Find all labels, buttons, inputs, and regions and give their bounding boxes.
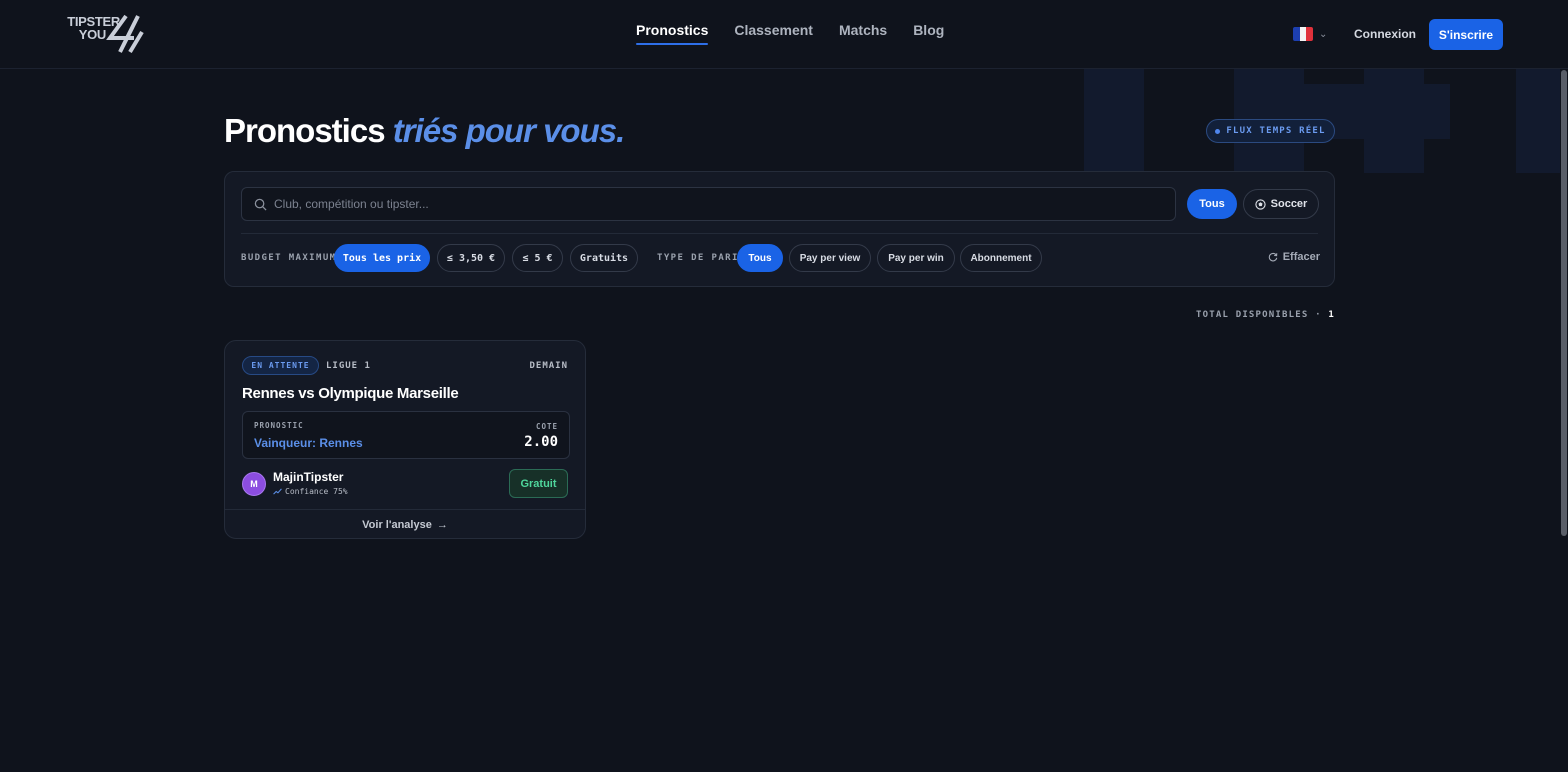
sport-soccer-label: Soccer <box>1270 198 1308 210</box>
budget-all-chip[interactable]: Tous les prix <box>334 244 430 272</box>
panel-divider <box>241 233 1318 234</box>
top-header: TIPSTER YOU Pronostics Classement Matchs… <box>0 0 1568 69</box>
live-feed-badge: FLUX TEMPS RÉEL <box>1206 119 1335 143</box>
search-box[interactable] <box>241 187 1176 221</box>
prediction-value: Vainqueur: Rennes <box>254 436 363 450</box>
total-available: TOTAL DISPONIBLES · 1 <box>1196 310 1335 320</box>
clear-filters-button[interactable]: Effacer <box>1268 251 1320 263</box>
france-flag-icon <box>1293 27 1313 41</box>
signup-button[interactable]: S'inscrire <box>1429 19 1503 50</box>
bet-type-all-chip[interactable]: Tous <box>737 244 783 272</box>
nav-matchs[interactable]: Matchs <box>839 22 887 45</box>
view-analysis-link[interactable]: Voir l'analyse → <box>225 509 585 538</box>
logo[interactable]: TIPSTER YOU <box>64 14 148 56</box>
nav-pronostics[interactable]: Pronostics <box>636 22 709 45</box>
bet-type-ppv-chip[interactable]: Pay per view <box>789 244 871 272</box>
search-icon <box>254 198 267 211</box>
bet-type-ppw-chip[interactable]: Pay per win <box>877 244 955 272</box>
refresh-icon <box>1268 252 1277 262</box>
total-count: 1 <box>1328 310 1335 320</box>
live-dot-icon <box>1215 128 1221 134</box>
confidence-label: Confiance 75% <box>285 487 348 496</box>
logo-mark-icon <box>106 14 144 54</box>
bet-type-label: TYPE DE PARI <box>657 253 739 263</box>
chevron-down-icon: ⌄ <box>1319 28 1328 40</box>
language-selector[interactable]: ⌄ <box>1293 27 1327 41</box>
status-badge: EN ATTENTE <box>242 356 319 375</box>
filter-panel: Tous Soccer BUDGET MAXIMUM Tous les prix… <box>224 171 1335 287</box>
sport-all-button[interactable]: Tous <box>1187 189 1237 219</box>
bet-type-subscription-chip[interactable]: Abonnement <box>960 244 1042 272</box>
sport-soccer-button[interactable]: Soccer <box>1243 189 1319 219</box>
free-price-button[interactable]: Gratuit <box>509 469 568 498</box>
odds-value: 2.00 <box>524 434 558 450</box>
budget-350-chip[interactable]: ≤ 3,50 € <box>437 244 505 272</box>
avatar[interactable]: M <box>242 472 266 496</box>
nav-classement[interactable]: Classement <box>734 22 813 45</box>
page-title: Pronostics triés pour vous. <box>224 112 626 149</box>
total-label: TOTAL DISPONIBLES · <box>1195 310 1322 320</box>
trend-up-icon <box>273 488 282 495</box>
page-title-accent: triés pour vous. <box>392 112 626 149</box>
prediction-box: PRONOSTIC Vainqueur: Rennes COTE 2.00 <box>242 411 570 459</box>
match-title: Rennes vs Olympique Marseille <box>242 385 459 402</box>
view-analysis-label: Voir l'analyse <box>362 519 432 531</box>
tipster-name[interactable]: MajinTipster <box>273 470 343 484</box>
budget-free-chip[interactable]: Gratuits <box>570 244 638 272</box>
prediction-card[interactable]: EN ATTENTE LIGUE 1 DEMAIN Rennes vs Olym… <box>224 340 586 539</box>
odds-label: COTE <box>535 422 558 431</box>
league-label: LIGUE 1 <box>326 361 371 371</box>
arrow-right-icon: → <box>436 519 448 531</box>
nav-blog[interactable]: Blog <box>913 22 944 45</box>
live-feed-label: FLUX TEMPS RÉEL <box>1226 126 1326 136</box>
clear-filters-label: Effacer <box>1282 251 1320 263</box>
confidence: Confiance 75% <box>273 487 348 496</box>
login-link[interactable]: Connexion <box>1354 27 1416 41</box>
prediction-label: PRONOSTIC <box>254 421 304 430</box>
main-nav: Pronostics Classement Matchs Blog <box>636 22 944 45</box>
scrollbar-thumb[interactable] <box>1561 70 1567 536</box>
budget-label: BUDGET MAXIMUM <box>241 253 337 263</box>
search-input[interactable] <box>274 197 1154 211</box>
soccer-ball-icon <box>1255 198 1266 210</box>
budget-5-chip[interactable]: ≤ 5 € <box>512 244 563 272</box>
match-date: DEMAIN <box>529 361 568 371</box>
filter-row: BUDGET MAXIMUM Tous les prix ≤ 3,50 € ≤ … <box>241 244 1320 272</box>
